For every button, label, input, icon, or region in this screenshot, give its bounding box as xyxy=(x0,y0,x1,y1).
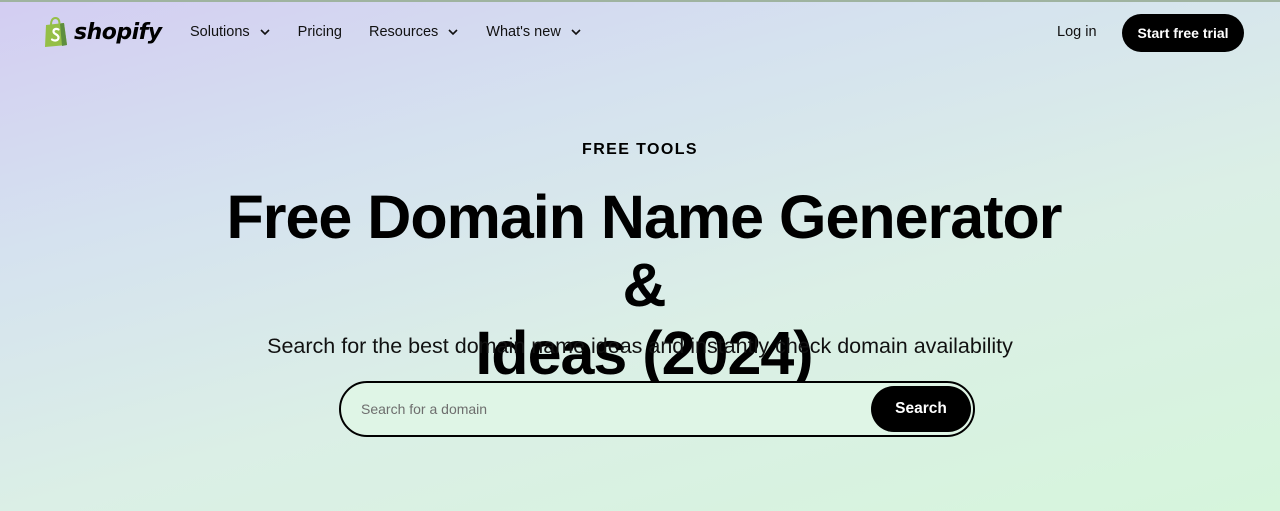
domain-search-form: Search xyxy=(339,381,975,437)
shopify-logo[interactable]: shopify xyxy=(42,17,162,47)
search-button[interactable]: Search xyxy=(871,386,971,432)
nav-item-pricing[interactable]: Pricing xyxy=(298,24,342,40)
nav-item-whats-new[interactable]: What's new xyxy=(486,24,582,40)
nav-item-label: Pricing xyxy=(297,24,342,40)
page-subtitle: Search for the best domain name ideas an… xyxy=(267,334,1013,358)
chevron-down-icon xyxy=(448,29,458,36)
domain-search-input[interactable] xyxy=(361,397,861,421)
eyebrow-label: FREE TOOLS xyxy=(582,141,698,158)
logo-text: shopify xyxy=(74,19,162,45)
nav-item-label: Solutions xyxy=(190,24,250,40)
main-nav: Solutions Pricing Resources What's new xyxy=(190,24,609,40)
title-line-1: Free Domain Name Generator & xyxy=(226,183,1062,319)
nav-item-resources[interactable]: Resources xyxy=(369,24,459,40)
nav-item-label: Resources xyxy=(368,24,439,40)
start-free-trial-button[interactable]: Start free trial xyxy=(1122,14,1244,52)
shopify-bag-icon xyxy=(45,17,67,47)
nav-item-label: What's new xyxy=(486,24,561,40)
nav-item-solutions[interactable]: Solutions xyxy=(190,24,271,40)
chevron-down-icon xyxy=(260,29,270,36)
login-link[interactable]: Log in xyxy=(1057,24,1097,40)
site-header: shopify Solutions Pricing Resources What… xyxy=(0,2,1280,64)
chevron-down-icon xyxy=(571,29,581,36)
